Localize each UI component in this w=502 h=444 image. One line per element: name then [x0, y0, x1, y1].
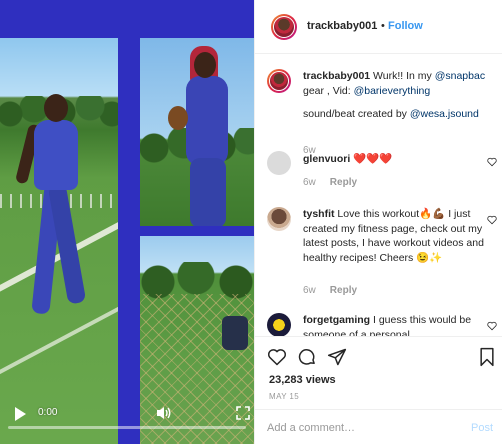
post-actions: 23,283 views MAY 15 Post: [255, 336, 502, 444]
fullscreen-icon[interactable]: [236, 406, 250, 420]
video-controls: 0:00: [0, 396, 254, 444]
comment-age: 6w: [303, 177, 316, 188]
reply-button[interactable]: Reply: [330, 285, 357, 296]
video-player[interactable]: 0:00: [0, 0, 254, 444]
play-icon[interactable]: [12, 406, 28, 422]
avatar[interactable]: [267, 313, 291, 336]
caption-username[interactable]: trackbaby001: [303, 70, 370, 82]
avatar[interactable]: [271, 14, 297, 40]
video-time: 0:00: [38, 407, 58, 418]
bookmark-icon[interactable]: [477, 347, 497, 367]
heart-icon[interactable]: [267, 347, 287, 367]
avatar[interactable]: [267, 207, 291, 231]
mention-link[interactable]: @snapbac: [435, 70, 485, 82]
add-comment-input[interactable]: [267, 420, 457, 436]
comment-age: 6w: [303, 285, 316, 296]
comment-heart-icon[interactable]: [487, 321, 497, 331]
comment-icon[interactable]: [297, 347, 317, 367]
caption-text: trackbaby001 Wurk!! In my @snapbac gear …: [303, 70, 486, 120]
post-header: trackbaby001 • Follow: [255, 0, 502, 54]
reply-button[interactable]: Reply: [330, 177, 357, 188]
volume-icon[interactable]: [156, 406, 172, 420]
comment-username[interactable]: tyshfit: [303, 208, 335, 220]
comment-username[interactable]: glenvuori: [303, 153, 350, 165]
add-comment-row: Post: [255, 409, 502, 444]
follow-button[interactable]: Follow: [388, 20, 423, 32]
video-frame-lifter: [140, 38, 254, 226]
header-username[interactable]: trackbaby001: [307, 20, 377, 32]
video-progress-bar[interactable]: [8, 426, 246, 429]
post-date[interactable]: MAY 15: [269, 392, 299, 401]
avatar[interactable]: [267, 151, 291, 175]
post-side-panel: trackbaby001 • Follow trackbaby001 Wurk!…: [254, 0, 502, 444]
comment-text: tyshfit Love this workout🔥💪🏾 I just crea…: [303, 208, 484, 264]
comments-list[interactable]: trackbaby001 Wurk!! In my @snapbac gear …: [255, 55, 502, 336]
mention-link[interactable]: @barieverything: [354, 85, 431, 97]
comment-username[interactable]: forgetgaming: [303, 314, 370, 326]
comment-heart-icon[interactable]: [487, 215, 497, 225]
post-button[interactable]: Post: [471, 422, 493, 434]
comment-heart-icon[interactable]: [487, 157, 497, 167]
share-icon[interactable]: [327, 347, 347, 367]
view-count[interactable]: 23,283 views: [269, 374, 336, 386]
separator-dot: •: [381, 20, 385, 32]
mention-link[interactable]: @wesa.jsound: [410, 108, 479, 120]
comment-text: forgetgaming I guess this would be someo…: [303, 314, 472, 336]
caption-avatar[interactable]: [267, 69, 291, 93]
video-frame-runner: [0, 38, 118, 444]
comment-text: glenvuori ❤️❤️❤️: [303, 153, 393, 165]
